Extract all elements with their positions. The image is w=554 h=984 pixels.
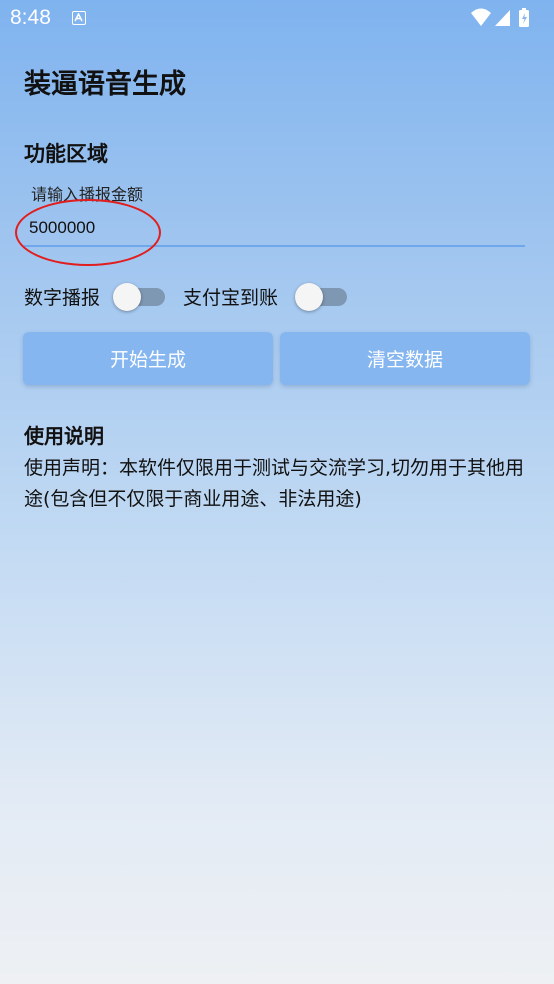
- usage-title: 使用说明: [24, 424, 104, 448]
- amount-input-label: 请输入播报金额: [31, 185, 144, 204]
- signal-icon: [495, 10, 510, 26]
- function-area-title: 功能区域: [24, 142, 108, 166]
- start-generate-button[interactable]: 开始生成: [23, 332, 273, 385]
- app-a-icon: [72, 11, 86, 25]
- wifi-icon: [471, 8, 491, 26]
- usage-text: 使用声明：本软件仅限用于测试与交流学习,切勿用于其他用途(包含但不仅限于商业用途…: [24, 457, 525, 510]
- status-bar: 8:48: [0, 0, 554, 38]
- switch-thumb: [113, 283, 141, 311]
- switch-thumb: [295, 283, 323, 311]
- alipay-received-switch[interactable]: [295, 283, 351, 311]
- alipay-received-label: 支付宝到账: [183, 287, 279, 309]
- app-title: 装逼语音生成: [24, 69, 186, 100]
- clear-data-button[interactable]: 清空数据: [280, 332, 530, 385]
- battery-icon: [519, 8, 529, 27]
- status-icons: [470, 7, 540, 29]
- digit-broadcast-switch[interactable]: [113, 283, 169, 311]
- digit-broadcast-label: 数字播报: [24, 287, 101, 309]
- amount-input[interactable]: [29, 214, 519, 242]
- input-underline: [24, 245, 525, 247]
- status-time: 8:48: [10, 6, 51, 29]
